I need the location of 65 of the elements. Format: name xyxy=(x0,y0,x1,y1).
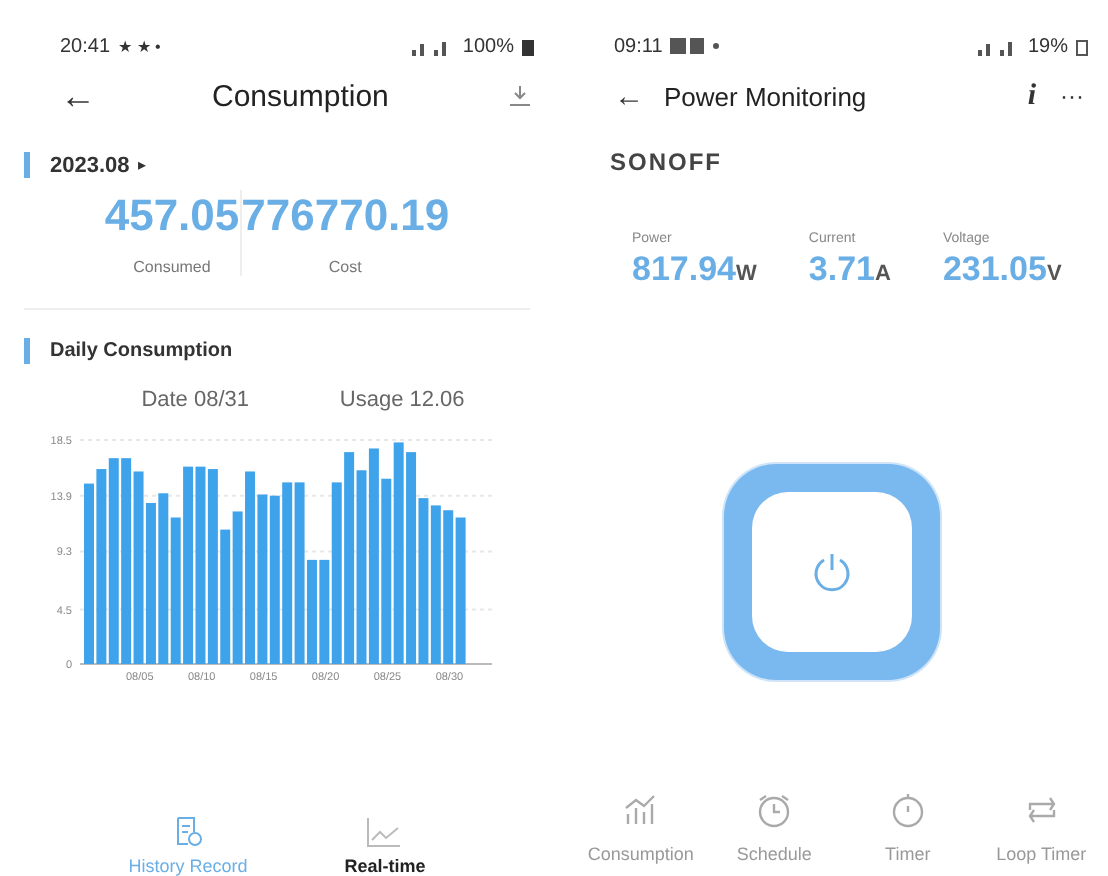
stopwatch-icon xyxy=(887,792,928,828)
battery-icon xyxy=(522,37,534,55)
bar[interactable] xyxy=(158,493,169,664)
status-time: 09:11 xyxy=(614,35,663,57)
bar[interactable] xyxy=(282,482,293,664)
bar[interactable] xyxy=(195,466,206,664)
metric-value: 817.94W xyxy=(632,250,757,290)
battery-level: 19% xyxy=(1027,35,1068,57)
summary-label: Consumed xyxy=(133,258,211,276)
summary-value: 776770.19 xyxy=(241,190,450,242)
bar[interactable] xyxy=(207,469,218,664)
alarm-clock-icon xyxy=(754,792,795,828)
bar[interactable] xyxy=(232,511,243,664)
page-title: Power Monitoring xyxy=(664,81,867,111)
brand-logo: SONOFF xyxy=(608,146,724,176)
download-icon[interactable] xyxy=(510,86,530,106)
bar[interactable] xyxy=(319,559,330,664)
bar[interactable] xyxy=(133,471,144,664)
bar[interactable] xyxy=(455,517,466,664)
caret-icon[interactable]: ▸ xyxy=(137,156,146,174)
bar[interactable] xyxy=(294,482,305,664)
bar[interactable] xyxy=(344,452,355,664)
bar[interactable] xyxy=(269,495,280,664)
bar[interactable] xyxy=(108,458,119,664)
bar[interactable] xyxy=(170,517,181,664)
metric-value: 3.71A xyxy=(808,250,891,290)
usage-readout: Usage 12.06 xyxy=(339,388,465,412)
bar[interactable] xyxy=(381,478,392,664)
metric-value: 231.05V xyxy=(942,250,1062,290)
power-icon xyxy=(809,549,853,593)
bar[interactable] xyxy=(257,494,268,664)
bar[interactable] xyxy=(443,510,454,664)
power-button[interactable] xyxy=(723,463,939,679)
bar[interactable] xyxy=(430,505,441,664)
summary-value: 457.05 xyxy=(104,190,240,242)
bar[interactable] xyxy=(368,448,379,664)
bar[interactable] xyxy=(145,502,156,664)
bar[interactable] xyxy=(406,452,417,664)
back-button[interactable]: ← xyxy=(60,75,96,117)
bottom-tab[interactable]: Real-time xyxy=(344,816,426,876)
bar[interactable] xyxy=(356,470,367,664)
info-button[interactable]: i xyxy=(1027,79,1036,113)
document-clock-icon xyxy=(171,816,204,848)
bar[interactable] xyxy=(121,458,132,664)
chart-icon xyxy=(620,792,661,828)
bar[interactable] xyxy=(96,469,107,664)
bar[interactable] xyxy=(220,529,231,664)
back-button[interactable]: ← xyxy=(614,79,644,113)
page-title: Consumption xyxy=(212,79,389,113)
bar[interactable] xyxy=(418,498,429,664)
bar[interactable] xyxy=(306,559,317,664)
line-chart-icon xyxy=(366,816,403,848)
battery-level: 100% xyxy=(462,35,514,57)
more-button[interactable]: ··· xyxy=(1060,82,1084,110)
bar[interactable] xyxy=(393,442,404,664)
bar[interactable] xyxy=(331,482,342,664)
section-title: Daily Consumption xyxy=(50,340,233,362)
bar[interactable] xyxy=(183,466,194,664)
date-readout: Date 08/31 xyxy=(141,388,250,412)
status-time: 20:41 xyxy=(60,35,111,57)
period-label[interactable]: 2023.08 xyxy=(50,153,130,177)
battery-icon xyxy=(1076,37,1088,55)
summary-label: Cost xyxy=(328,258,362,276)
status-marks: ★ ★ • xyxy=(118,37,161,55)
notification-icons xyxy=(670,38,723,54)
